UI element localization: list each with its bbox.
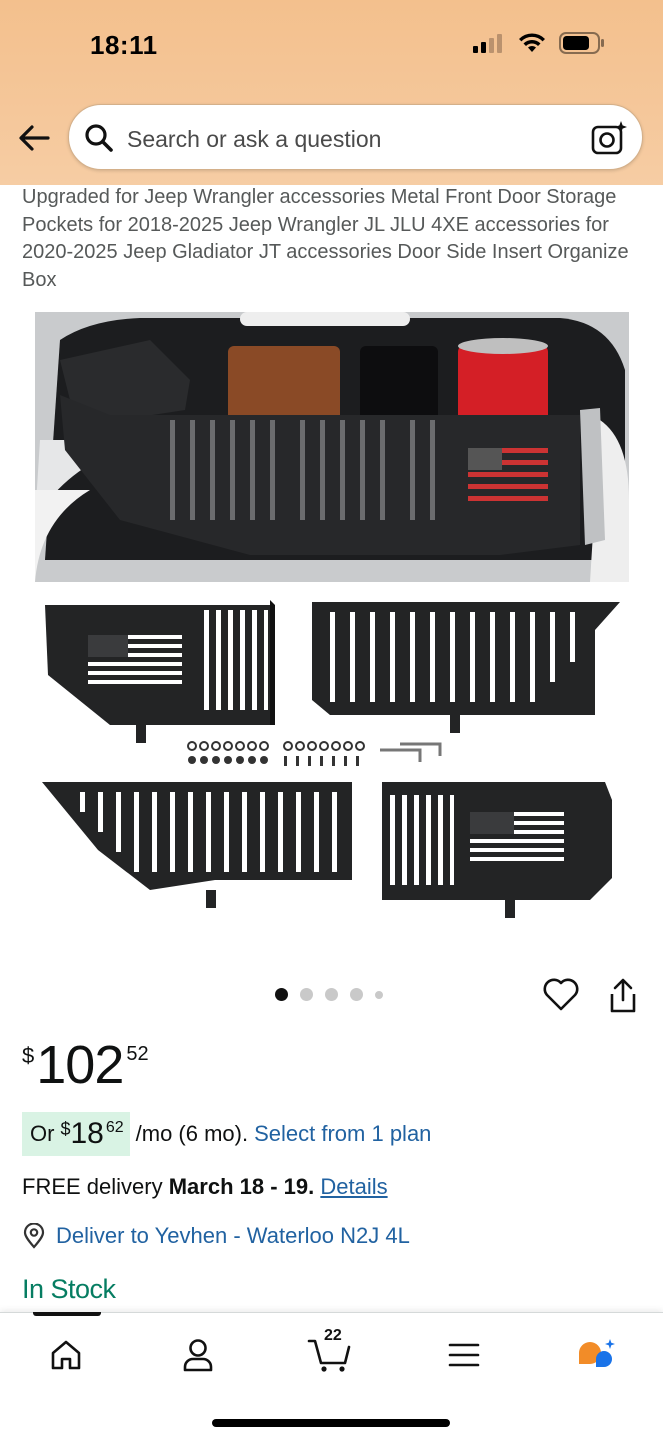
installment-whole: 18 xyxy=(70,1117,104,1150)
image-carousel-dots[interactable] xyxy=(275,988,383,1001)
wifi-icon xyxy=(519,33,545,52)
installment-badge: Or $ 18 62 xyxy=(22,1112,130,1156)
search-box[interactable]: Search or ask a question xyxy=(68,104,643,170)
carousel-dot[interactable] xyxy=(275,988,288,1001)
location-pin-icon xyxy=(23,1223,45,1249)
deliver-to-link[interactable]: Deliver to Yevhen - Waterloo N2J 4L xyxy=(22,1223,410,1249)
back-arrow-icon[interactable] xyxy=(14,118,54,158)
installment-term: /mo (6 mo). xyxy=(135,1121,249,1146)
delivery-details-link[interactable]: Details xyxy=(320,1174,387,1199)
menu-icon xyxy=(448,1343,480,1367)
nav-rufus-assistant[interactable] xyxy=(566,1333,626,1377)
app-header: 18:11 Search or ask a question xyxy=(0,0,663,185)
product-title[interactable]: Upgraded for Jeep Wrangler accessories M… xyxy=(22,184,642,294)
delivery-dates: March 18 - 19. xyxy=(168,1174,315,1199)
nav-cart[interactable]: 22 xyxy=(300,1327,360,1377)
product-image[interactable] xyxy=(0,300,663,950)
delivery-info: FREE delivery March 18 - 19. Details xyxy=(22,1174,388,1200)
installment-fraction: 62 xyxy=(105,1119,124,1136)
select-plan-link[interactable]: Select from 1 plan xyxy=(254,1121,431,1147)
bottom-nav: 22 xyxy=(0,1312,663,1440)
cart-count-badge: 22 xyxy=(324,1327,342,1344)
heart-icon[interactable] xyxy=(542,976,580,1012)
nav-menu[interactable] xyxy=(434,1333,494,1377)
camera-lens-icon[interactable] xyxy=(590,119,628,157)
user-icon xyxy=(183,1339,213,1372)
installment-offer: Or $ 18 62 /mo (6 mo). Select from 1 pla… xyxy=(22,1112,431,1156)
price-whole: 102 xyxy=(36,1035,124,1095)
price-fraction: 52 xyxy=(126,1043,149,1065)
home-indicator xyxy=(212,1419,450,1427)
search-row: Search or ask a question xyxy=(0,102,663,174)
nav-home[interactable] xyxy=(36,1333,96,1377)
active-tab-indicator xyxy=(33,1312,101,1316)
product-price: $ 102 52 xyxy=(22,1035,149,1095)
carousel-dot[interactable] xyxy=(350,988,363,1001)
home-icon xyxy=(51,1340,81,1370)
search-icon xyxy=(85,124,113,152)
status-time: 18:11 xyxy=(90,30,158,60)
installment-currency: $ xyxy=(60,1118,71,1139)
search-input[interactable]: Search or ask a question xyxy=(127,126,381,153)
deliver-to-text: Deliver to Yevhen - Waterloo N2J 4L xyxy=(56,1223,410,1248)
nav-account[interactable] xyxy=(168,1333,228,1377)
battery-icon xyxy=(559,32,604,54)
installment-prefix: Or xyxy=(30,1121,55,1146)
price-currency: $ xyxy=(22,1043,35,1068)
cellular-signal-icon xyxy=(473,34,502,53)
status-icons xyxy=(473,32,605,54)
rufus-assistant-icon xyxy=(579,1339,615,1367)
carousel-dot[interactable] xyxy=(300,988,313,1001)
share-icon[interactable] xyxy=(606,978,640,1014)
carousel-dot[interactable] xyxy=(325,988,338,1001)
carousel-dot[interactable] xyxy=(375,990,383,999)
delivery-prefix: FREE delivery xyxy=(22,1174,163,1199)
stock-status: In Stock xyxy=(22,1274,116,1304)
